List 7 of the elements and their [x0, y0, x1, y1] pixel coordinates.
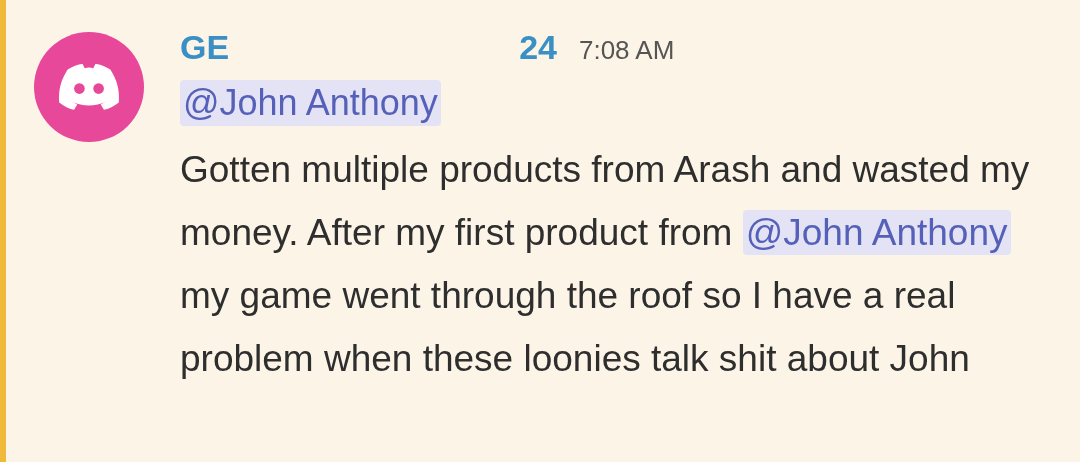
author-name[interactable]: 24: [519, 28, 557, 67]
mention-link[interactable]: @John Anthony: [180, 80, 441, 126]
message-text: Gotten multiple products from Arash and wasted my money. After my first product from @John Anthony my game went through the roof so I have a real problem when these loonies talk shit about John: [180, 148, 1031, 381]
mention-link[interactable]: @John Anthony: [742, 210, 1011, 255]
controller-icon: [57, 62, 121, 112]
author-name[interactable]: GE: [180, 28, 230, 67]
timestamp: 7:08 AM: [578, 35, 675, 66]
